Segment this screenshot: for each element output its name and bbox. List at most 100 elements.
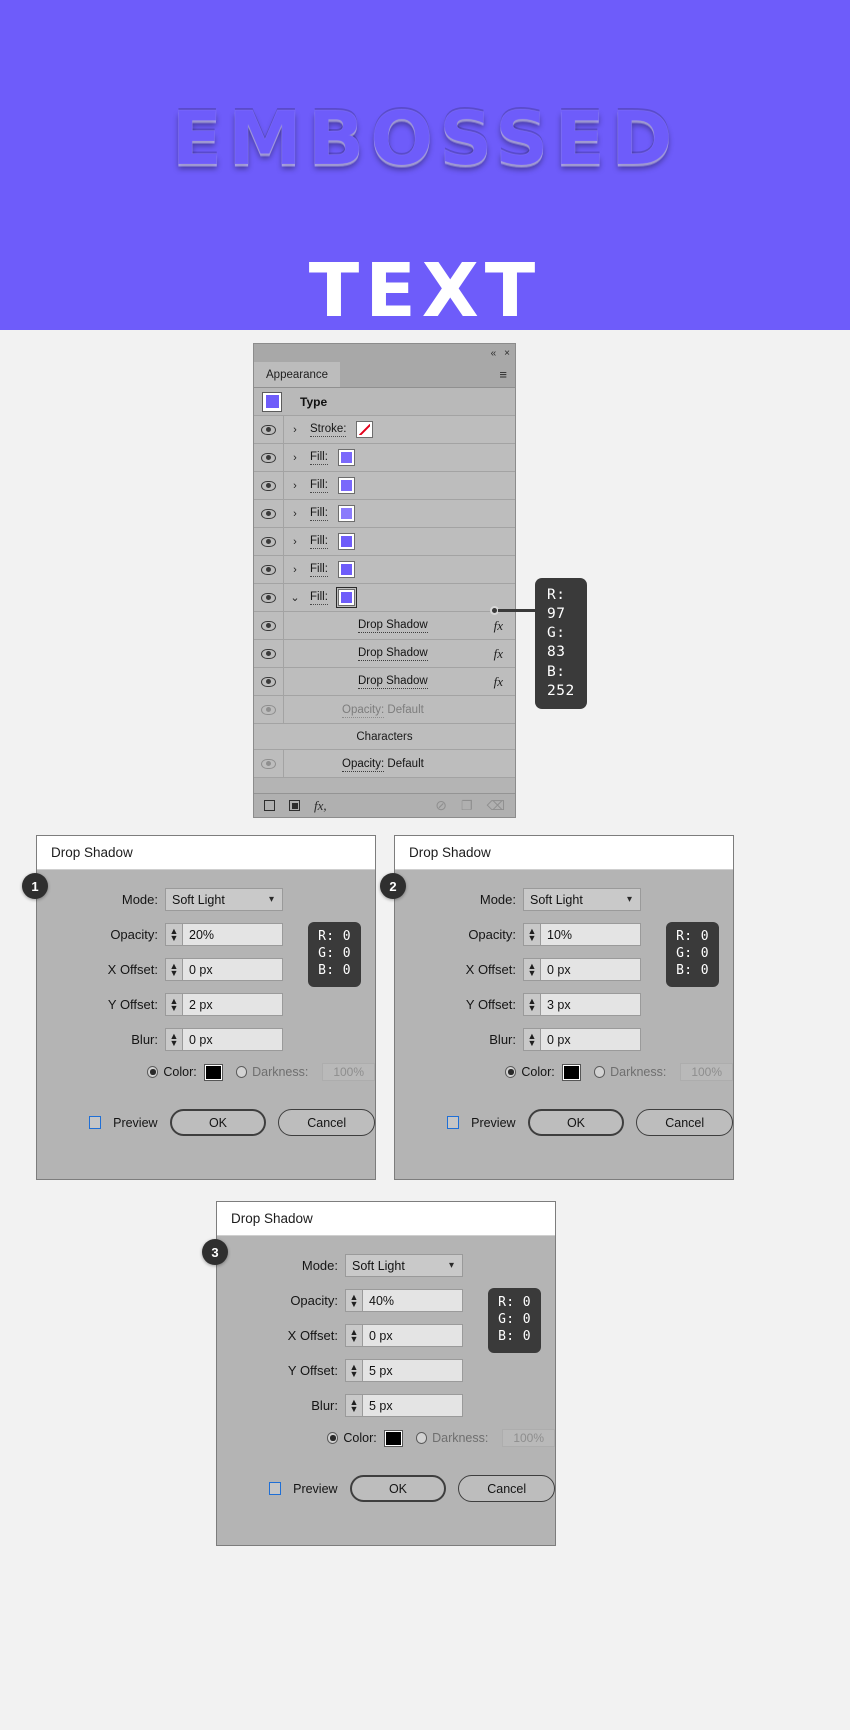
expand-arrow-icon[interactable]: ›: [284, 528, 306, 555]
visibility-toggle[interactable]: [254, 444, 284, 471]
mode-select[interactable]: Soft Light ▾: [165, 888, 283, 911]
duplicate-square-icon[interactable]: [289, 800, 300, 811]
ok-button[interactable]: OK: [169, 1109, 267, 1136]
panel-menu-icon[interactable]: ≡: [491, 362, 515, 387]
visibility-toggle[interactable]: [254, 668, 284, 695]
row-label-fill[interactable]: Fill:: [310, 563, 328, 577]
fx-icon[interactable]: fx: [494, 646, 503, 662]
blur-stepper[interactable]: ▲ ▼: [165, 1028, 182, 1051]
cancel-button[interactable]: Cancel: [278, 1109, 375, 1136]
opacity-stepper[interactable]: ▲ ▼: [523, 923, 540, 946]
color-radio[interactable]: [327, 1432, 339, 1444]
visibility-toggle[interactable]: [254, 556, 284, 583]
darkness-radio[interactable]: [235, 1066, 248, 1078]
blur-stepper[interactable]: ▲ ▼: [523, 1028, 540, 1051]
delete-item-icon[interactable]: ⌫: [487, 798, 505, 814]
opacity-stepper[interactable]: ▲ ▼: [345, 1289, 362, 1312]
appearance-row-fill-5[interactable]: › Fill:: [254, 556, 515, 584]
cancel-button[interactable]: Cancel: [458, 1475, 555, 1502]
fx-icon[interactable]: fx: [494, 618, 503, 634]
shadow-color-swatch[interactable]: [203, 1063, 223, 1081]
blur-stepper[interactable]: ▲ ▼: [345, 1394, 362, 1417]
fill-color-swatch[interactable]: [337, 561, 355, 578]
preview-checkbox[interactable]: [447, 1116, 460, 1129]
ok-button[interactable]: OK: [527, 1109, 625, 1136]
visibility-toggle-dim[interactable]: [254, 696, 284, 723]
mode-select[interactable]: Soft Light ▾: [345, 1254, 463, 1277]
row-label-fill[interactable]: Fill:: [310, 591, 328, 605]
row-label-fill[interactable]: Fill:: [310, 507, 328, 521]
fill-color-swatch[interactable]: [337, 533, 355, 550]
opacity-input[interactable]: 10%: [540, 923, 641, 946]
appearance-type-row[interactable]: Type: [254, 388, 515, 416]
appearance-row-effect-3[interactable]: Drop Shadow fx: [254, 668, 515, 696]
appearance-row-fill-4[interactable]: › Fill:: [254, 528, 515, 556]
stroke-none-swatch[interactable]: [356, 421, 374, 438]
darkness-radio[interactable]: [593, 1066, 606, 1078]
clear-appearance-icon[interactable]: ⊘: [435, 797, 447, 814]
visibility-toggle[interactable]: [254, 612, 284, 639]
tab-appearance[interactable]: Appearance: [254, 362, 341, 387]
x-offset-input[interactable]: 0 px: [540, 958, 641, 981]
collapse-arrow-icon[interactable]: ⌄: [284, 584, 306, 611]
visibility-toggle[interactable]: [254, 472, 284, 499]
fill-color-swatch[interactable]: [337, 505, 355, 522]
y-offset-input[interactable]: 3 px: [540, 993, 641, 1016]
opacity-stepper[interactable]: ▲ ▼: [165, 923, 182, 946]
ok-button[interactable]: OK: [349, 1475, 447, 1502]
fill-color-swatch[interactable]: [337, 449, 355, 466]
effect-label-drop-shadow[interactable]: Drop Shadow: [358, 647, 428, 661]
fill-color-swatch[interactable]: [337, 477, 355, 494]
y-offset-stepper[interactable]: ▲ ▼: [165, 993, 182, 1016]
opacity-input[interactable]: 40%: [362, 1289, 463, 1312]
preview-checkbox[interactable]: [89, 1116, 102, 1129]
expand-arrow-icon[interactable]: ›: [284, 416, 306, 443]
color-radio[interactable]: [505, 1066, 517, 1078]
blur-input[interactable]: 5 px: [362, 1394, 463, 1417]
row-label-fill[interactable]: Fill:: [310, 479, 328, 493]
color-radio[interactable]: [147, 1066, 159, 1078]
expand-arrow-icon[interactable]: ›: [284, 472, 306, 499]
fill-color-swatch-selected[interactable]: [335, 587, 357, 608]
preview-checkbox[interactable]: [269, 1482, 282, 1495]
x-offset-stepper[interactable]: ▲ ▼: [345, 1324, 362, 1347]
expand-arrow-icon[interactable]: ›: [284, 500, 306, 527]
y-offset-input[interactable]: 2 px: [182, 993, 283, 1016]
blur-input[interactable]: 0 px: [182, 1028, 283, 1051]
opacity-row[interactable]: Opacity: Default: [342, 703, 424, 718]
visibility-toggle[interactable]: [254, 500, 284, 527]
new-art-square-icon[interactable]: [264, 800, 275, 811]
appearance-row-opacity-characters[interactable]: Opacity: Default: [254, 750, 515, 778]
darkness-radio[interactable]: [415, 1432, 428, 1444]
x-offset-stepper[interactable]: ▲ ▼: [523, 958, 540, 981]
visibility-toggle[interactable]: [254, 416, 284, 443]
appearance-row-effect-1[interactable]: Drop Shadow fx: [254, 612, 515, 640]
visibility-toggle-dim[interactable]: [254, 750, 284, 777]
blur-input[interactable]: 0 px: [540, 1028, 641, 1051]
row-label-stroke[interactable]: Stroke:: [310, 423, 347, 437]
shadow-color-swatch[interactable]: [383, 1429, 403, 1447]
appearance-row-effect-2[interactable]: Drop Shadow fx: [254, 640, 515, 668]
appearance-row-fill-3[interactable]: › Fill:: [254, 500, 515, 528]
expand-arrow-icon[interactable]: ›: [284, 444, 306, 471]
y-offset-input[interactable]: 5 px: [362, 1359, 463, 1382]
duplicate-item-icon[interactable]: ❐: [461, 798, 473, 814]
expand-arrow-icon[interactable]: ›: [284, 556, 306, 583]
characters-row[interactable]: Characters: [254, 724, 515, 750]
close-icon[interactable]: ×: [504, 348, 510, 359]
fx-icon[interactable]: fx: [494, 674, 503, 690]
visibility-toggle[interactable]: [254, 584, 284, 611]
appearance-row-fill-1[interactable]: › Fill:: [254, 444, 515, 472]
row-label-fill[interactable]: Fill:: [310, 451, 328, 465]
collapse-icon[interactable]: «: [491, 348, 497, 359]
opacity-input[interactable]: 20%: [182, 923, 283, 946]
x-offset-input[interactable]: 0 px: [182, 958, 283, 981]
type-color-swatch[interactable]: [262, 391, 282, 412]
opacity-row[interactable]: Opacity: Default: [342, 757, 424, 772]
add-effect-fx-icon[interactable]: fx,: [314, 798, 327, 814]
appearance-row-fill-6-expanded[interactable]: ⌄ Fill:: [254, 584, 515, 612]
y-offset-stepper[interactable]: ▲ ▼: [523, 993, 540, 1016]
mode-select[interactable]: Soft Light ▾: [523, 888, 641, 911]
effect-label-drop-shadow[interactable]: Drop Shadow: [358, 675, 428, 689]
appearance-row-opacity-fill[interactable]: Opacity: Default: [254, 696, 515, 724]
